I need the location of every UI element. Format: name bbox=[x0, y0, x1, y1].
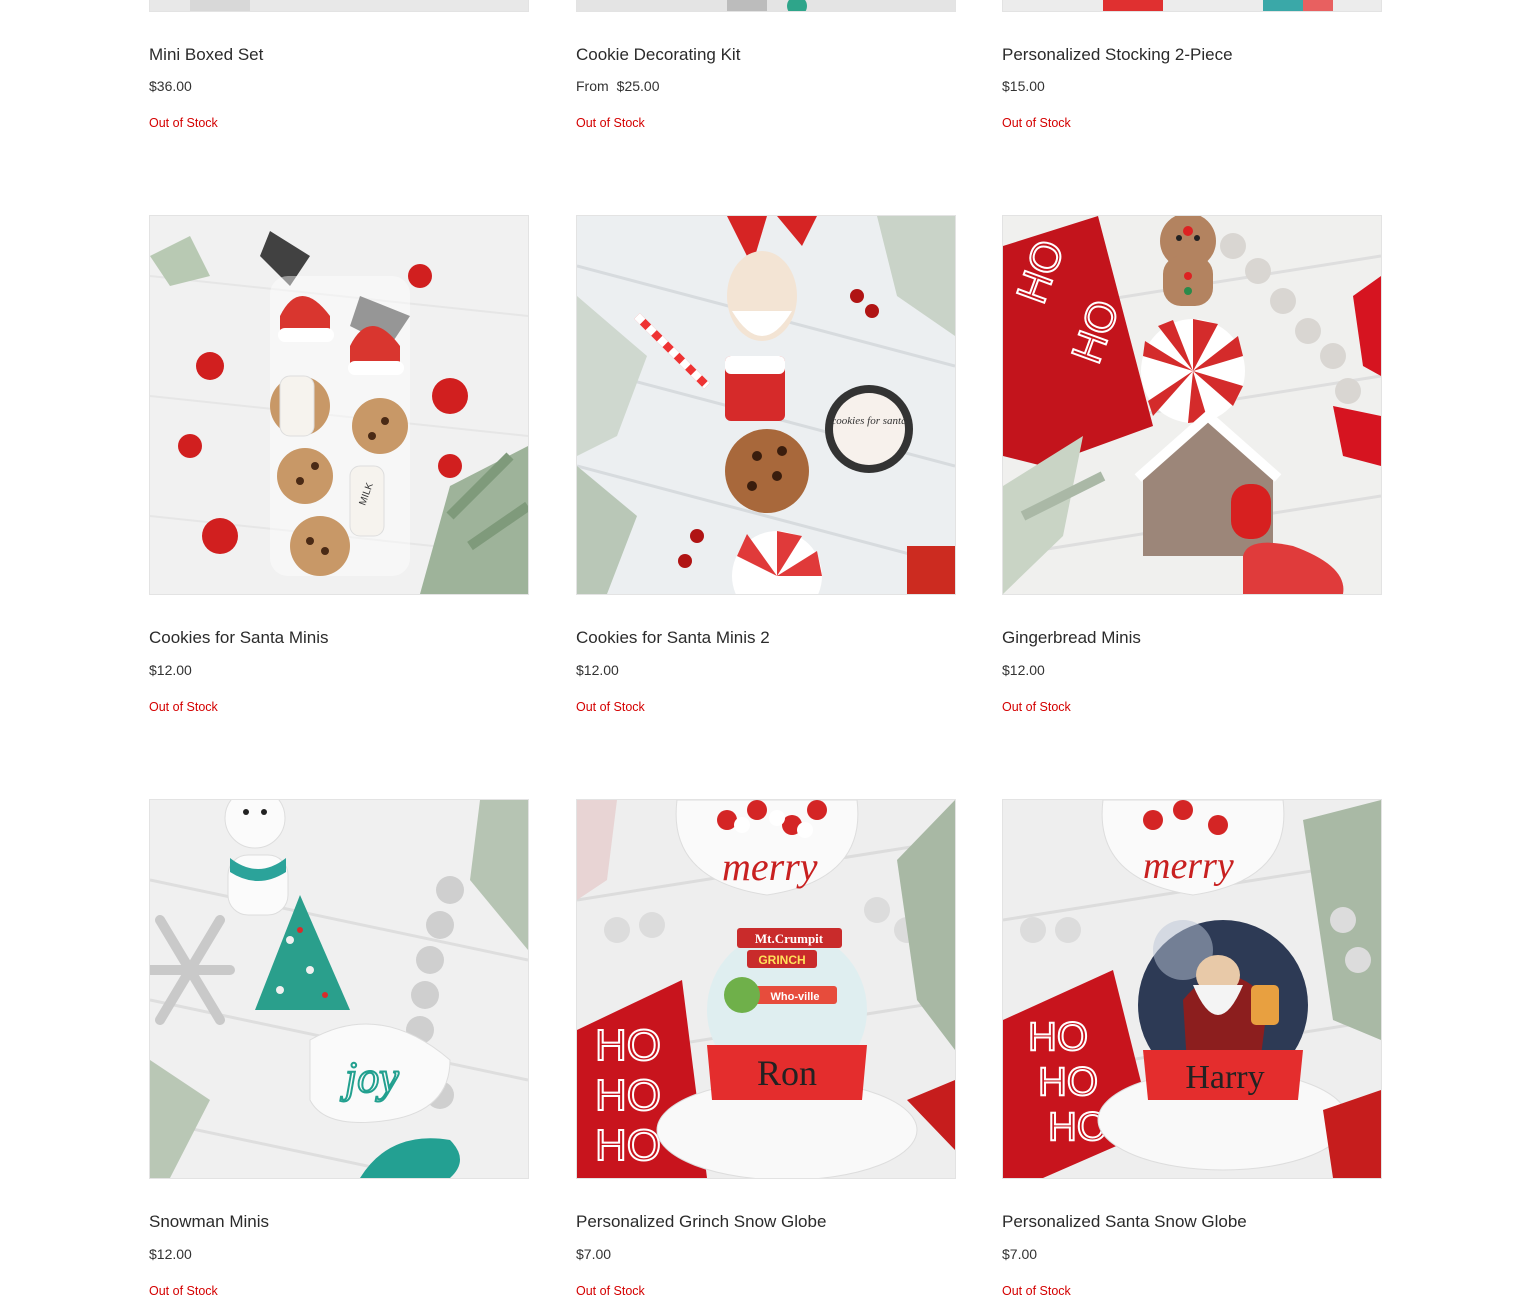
product-card[interactable]: merry HO HO HO Harry Personalized Santa … bbox=[1002, 799, 1382, 1298]
product-image[interactable] bbox=[1002, 0, 1382, 12]
stock-status: Out of Stock bbox=[576, 116, 645, 130]
product-card[interactable]: MILK Cookies for Santa Minis $12.00 Out … bbox=[149, 215, 529, 714]
product-image[interactable]: merry HO HO HO Mt.Crumpit GRINCH Who-vil… bbox=[576, 799, 956, 1179]
product-title[interactable]: Cookie Decorating Kit bbox=[576, 45, 740, 65]
stock-status: Out of Stock bbox=[1002, 116, 1071, 130]
product-image[interactable]: MILK bbox=[149, 215, 529, 595]
stock-status: Out of Stock bbox=[149, 1284, 218, 1298]
stock-status: Out of Stock bbox=[576, 1284, 645, 1298]
product-title[interactable]: Personalized Grinch Snow Globe bbox=[576, 1212, 826, 1232]
product-price: $12.00 bbox=[149, 662, 192, 678]
stock-status: Out of Stock bbox=[1002, 700, 1071, 714]
ho-text: HO bbox=[595, 1071, 661, 1120]
name-harry: Harry bbox=[1185, 1059, 1264, 1096]
stock-status: Out of Stock bbox=[149, 116, 218, 130]
ho-text: HO bbox=[595, 1021, 661, 1070]
product-price: $12.00 bbox=[149, 1246, 192, 1262]
grinch-sign: GRINCH bbox=[758, 953, 805, 967]
product-title[interactable]: Personalized Santa Snow Globe bbox=[1002, 1212, 1247, 1232]
ho-text: HO bbox=[1028, 1015, 1088, 1059]
product-title[interactable]: Cookies for Santa Minis bbox=[149, 628, 329, 648]
product-image[interactable]: merry HO HO HO Harry bbox=[1002, 799, 1382, 1179]
grinch-sign: Mt.Crumpit bbox=[755, 931, 824, 946]
joy-text: joy bbox=[340, 1053, 399, 1102]
product-card[interactable]: joy Snowman Minis $12.00 Out of Stock bbox=[149, 799, 529, 1298]
ho-text: HO bbox=[595, 1121, 661, 1170]
product-price: From $25.00 bbox=[576, 78, 660, 94]
product-title[interactable]: Personalized Stocking 2-Piece bbox=[1002, 45, 1233, 65]
product-image[interactable]: cookies for santa bbox=[576, 215, 956, 595]
product-image[interactable]: HO HO bbox=[1002, 215, 1382, 595]
merry-text: merry bbox=[722, 844, 818, 889]
stock-status: Out of Stock bbox=[576, 700, 645, 714]
merry-text: merry bbox=[1143, 845, 1234, 887]
product-card[interactable]: merry HO HO HO Mt.Crumpit GRINCH Who-vil… bbox=[576, 799, 956, 1298]
grinch-sign: Who-ville bbox=[771, 991, 820, 1003]
product-title[interactable]: Gingerbread Minis bbox=[1002, 628, 1141, 648]
product-price: $12.00 bbox=[1002, 662, 1045, 678]
ho-text: HO bbox=[1038, 1060, 1098, 1104]
product-image[interactable] bbox=[149, 0, 529, 12]
product-title[interactable]: Snowman Minis bbox=[149, 1212, 269, 1232]
product-card[interactable]: cookies for santa Cookies for Santa Mini… bbox=[576, 215, 956, 714]
product-card[interactable]: HO HO Gingerbread Minis $12.00 Out of St… bbox=[1002, 215, 1382, 714]
price-prefix: From bbox=[576, 78, 609, 94]
product-price: $12.00 bbox=[576, 662, 619, 678]
product-image[interactable] bbox=[576, 0, 956, 12]
product-card[interactable]: Personalized Stocking 2-Piece $15.00 Out… bbox=[1002, 0, 1382, 130]
product-price: $7.00 bbox=[576, 1246, 612, 1262]
product-image[interactable]: joy bbox=[149, 799, 529, 1179]
product-card[interactable]: Cookie Decorating Kit From $25.00 Out of … bbox=[576, 0, 956, 130]
product-price: $15.00 bbox=[1002, 78, 1045, 94]
price-value: $25.00 bbox=[616, 78, 660, 94]
product-title[interactable]: Mini Boxed Set bbox=[149, 45, 263, 65]
cookies-for-santa-sign: cookies for santa bbox=[831, 415, 907, 427]
name-ron: Ron bbox=[757, 1053, 817, 1093]
product-price: $7.00 bbox=[1002, 1246, 1038, 1262]
product-card[interactable]: Mini Boxed Set $36.00 Out of Stock bbox=[149, 0, 529, 130]
product-title[interactable]: Cookies for Santa Minis 2 bbox=[576, 628, 770, 648]
product-price: $36.00 bbox=[149, 78, 192, 94]
stock-status: Out of Stock bbox=[149, 700, 218, 714]
stock-status: Out of Stock bbox=[1002, 1284, 1071, 1298]
